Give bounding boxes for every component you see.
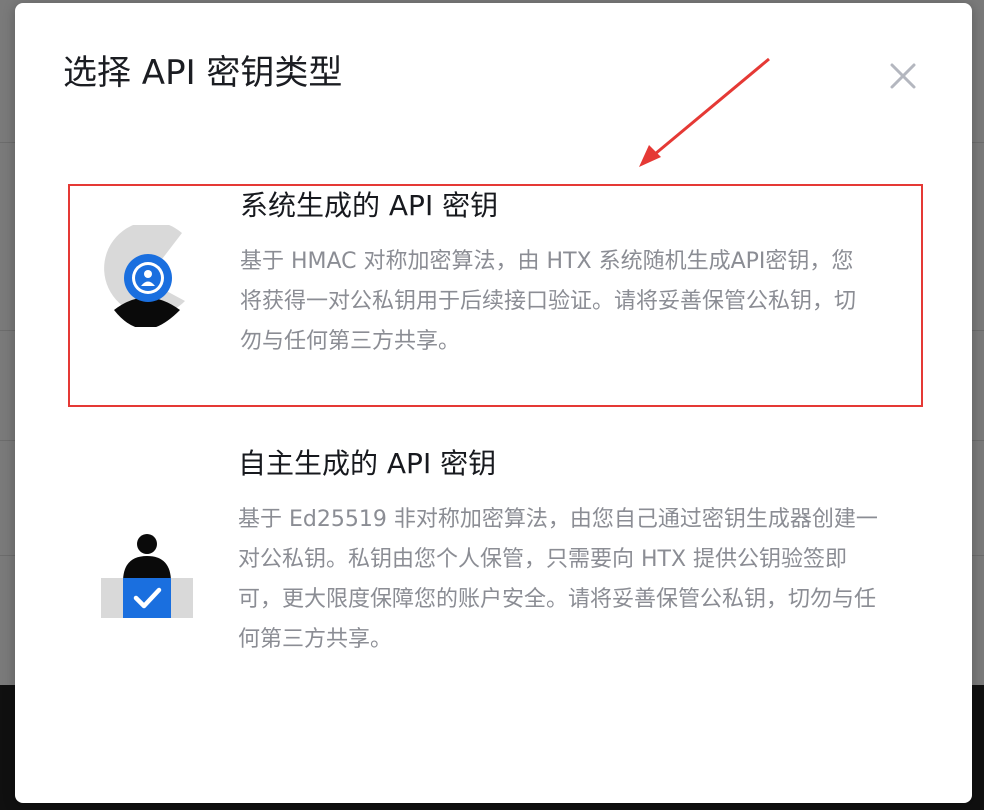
annotation-arrow-icon: [639, 57, 770, 167]
close-button[interactable]: [882, 55, 922, 95]
option-description: 基于 HMAC 对称加密算法，由 HTX 系统随机生成API密钥，您将获得一对公…: [240, 249, 857, 354]
system-key-icon: [101, 221, 191, 331]
dialog-title: 选择 API 密钥类型: [63, 53, 343, 93]
option-system-generated-key[interactable]: 系统生成的 API 密钥 基于 HMAC 对称加密算法，由 HTX 系统随机生成…: [68, 184, 923, 407]
option-self-generated-key[interactable]: 自主生成的 API 密钥 基于 Ed25519 非对称加密算法，由您自己通过密钥…: [68, 437, 923, 707]
close-icon: [890, 63, 916, 89]
option-description: 基于 Ed25519 非对称加密算法，由您自己通过密钥生成器创建一对公私钥。私钥…: [238, 507, 878, 652]
api-key-type-dialog: 选择 API 密钥类型 系统生成的 API 密钥 基于 HMAC 对称加密算法，: [15, 3, 972, 803]
option-title: 系统生成的 API 密钥: [240, 189, 499, 222]
option-title: 自主生成的 API 密钥: [238, 447, 497, 480]
self-generated-key-icon: [101, 530, 195, 626]
